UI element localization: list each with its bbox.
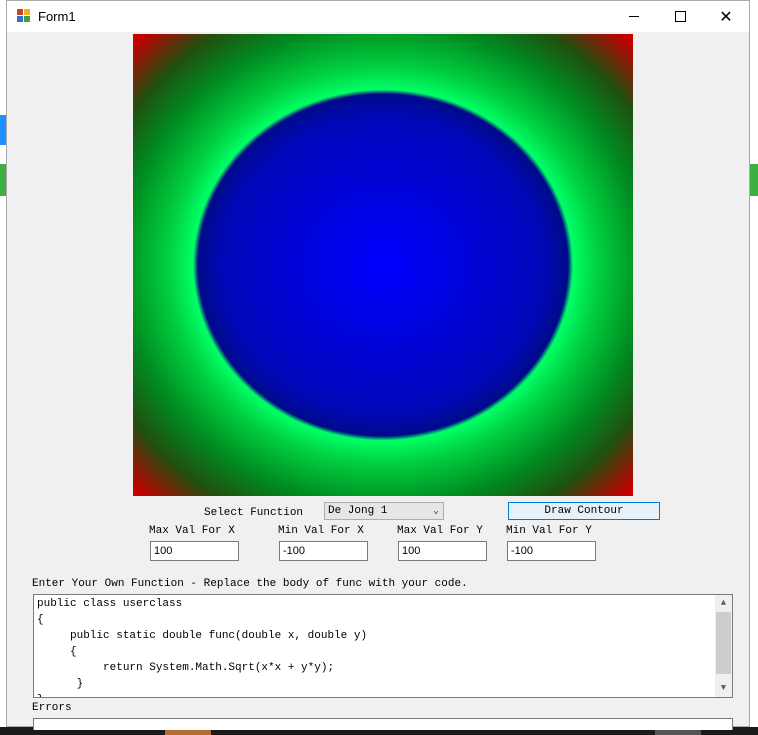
errors-output[interactable] (33, 718, 733, 730)
form-client-area: Select Function De Jong 1 ⌄ Draw Contour… (7, 32, 749, 730)
select-function-label: Select Function (204, 507, 304, 519)
chevron-down-icon: ⌄ (432, 506, 439, 517)
max-x-label: Max Val For X (149, 525, 235, 537)
code-scrollbar[interactable]: ▲ ▼ (715, 595, 732, 697)
max-x-input[interactable]: 100 (150, 541, 239, 561)
scroll-down-icon[interactable]: ▼ (715, 680, 732, 697)
errors-label: Errors (32, 702, 72, 714)
code-editor[interactable]: public class userclass { public static d… (33, 594, 733, 698)
code-line: public static double func(double x, doub… (37, 630, 368, 642)
code-label: Enter Your Own Function - Replace the bo… (32, 578, 468, 590)
function-select[interactable]: De Jong 1 ⌄ (324, 502, 444, 520)
background-app-fragment (750, 164, 758, 196)
code-line: public class userclass (37, 598, 183, 610)
code-line: } (37, 678, 84, 690)
code-line: { (37, 646, 77, 658)
code-line: } (37, 694, 44, 697)
min-y-label: Min Val For Y (506, 525, 592, 537)
min-x-input[interactable]: -100 (279, 541, 368, 561)
maximize-button[interactable] (657, 1, 703, 32)
maximize-icon (674, 11, 686, 22)
contour-plot (133, 34, 633, 496)
form-window: Form1 ✕ Select Function De Jong 1 ⌄ Draw… (6, 0, 750, 730)
min-y-input[interactable]: -100 (507, 541, 596, 561)
title-bar[interactable]: Form1 ✕ (7, 1, 749, 32)
scroll-up-icon[interactable]: ▲ (715, 595, 732, 612)
code-line: return System.Math.Sqrt(x*x + y*y); (37, 662, 335, 674)
draw-contour-button[interactable]: Draw Contour (508, 502, 660, 520)
max-y-input[interactable]: 100 (398, 541, 487, 561)
code-line: { (37, 614, 44, 626)
close-icon: ✕ (719, 8, 733, 26)
max-y-label: Max Val For Y (397, 525, 483, 537)
min-x-label: Min Val For X (278, 525, 364, 537)
function-select-value: De Jong 1 (328, 505, 388, 517)
app-icon[interactable] (17, 9, 31, 23)
window-title: Form1 (38, 9, 76, 24)
minimize-button[interactable] (611, 1, 657, 32)
close-button[interactable]: ✕ (703, 1, 749, 32)
minimize-icon (629, 16, 639, 17)
scroll-thumb[interactable] (716, 612, 731, 674)
